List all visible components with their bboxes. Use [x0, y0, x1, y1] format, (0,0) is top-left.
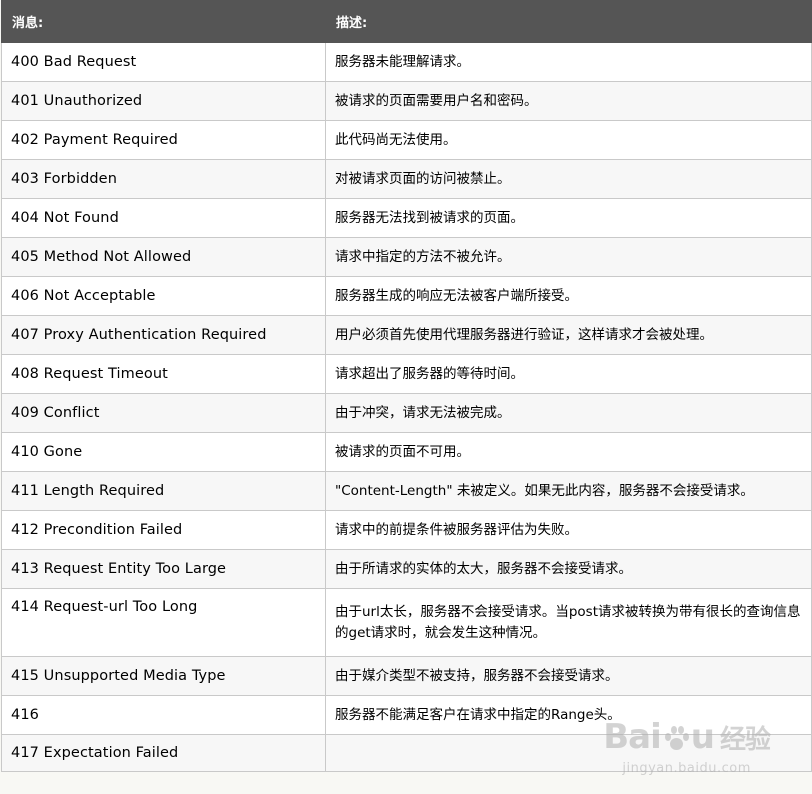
status-message: 406 Not Acceptable — [1, 276, 326, 316]
watermark-url: jingyan.baidu.com — [622, 761, 751, 776]
table-row: 407 Proxy Authentication Required 用户必须首先使… — [1, 315, 812, 355]
paw-icon — [663, 723, 689, 751]
table-row: 402 Payment Required 此代码尚无法使用。 — [1, 120, 812, 160]
table-row: 409 Conflict 由于冲突，请求无法被完成。 — [1, 393, 812, 433]
baidu-jingyan-watermark: Bai u 经验 jingyan.baidu.com — [603, 717, 771, 776]
status-description: 被请求的页面需要用户名和密码。 — [325, 81, 812, 121]
status-message: 401 Unauthorized — [1, 81, 326, 121]
status-message: 414 Request-url Too Long — [1, 588, 326, 657]
status-message: 402 Payment Required — [1, 120, 326, 160]
status-message: 404 Not Found — [1, 198, 326, 238]
page: 消息: 描述: 400 Bad Request 服务器未能理解请求。 401 Un… — [0, 0, 812, 794]
status-message: 413 Request Entity Too Large — [1, 549, 326, 589]
table-body: 400 Bad Request 服务器未能理解请求。 401 Unauthoriz… — [1, 42, 812, 772]
status-description: 服务器生成的响应无法被客户端所接受。 — [325, 276, 812, 316]
status-message: 417 Expectation Failed — [1, 734, 326, 772]
status-message: 409 Conflict — [1, 393, 326, 433]
status-message: 407 Proxy Authentication Required — [1, 315, 326, 355]
header-row: 消息: 描述: — [1, 0, 812, 43]
status-message: 411 Length Required — [1, 471, 326, 511]
table-row: 406 Not Acceptable 服务器生成的响应无法被客户端所接受。 — [1, 276, 812, 316]
status-description: 由于所请求的实体的太大，服务器不会接受请求。 — [325, 549, 812, 589]
table-row: 413 Request Entity Too Large 由于所请求的实体的太大，… — [1, 549, 812, 589]
watermark-brand-right: u — [690, 717, 715, 757]
table-row: 412 Precondition Failed 请求中的前提条件被服务器评估为失败… — [1, 510, 812, 550]
status-description: 用户必须首先使用代理服务器进行验证，这样请求才会被处理。 — [325, 315, 812, 355]
http-status-table: 消息: 描述: 400 Bad Request 服务器未能理解请求。 401 Un… — [1, 0, 812, 772]
table-row: 400 Bad Request 服务器未能理解请求。 — [1, 42, 812, 82]
header-message: 消息: — [1, 0, 326, 43]
watermark-brand-left: Bai — [603, 717, 662, 757]
status-message: 416 — [1, 695, 326, 735]
status-description: "Content-Length" 未被定义。如果无此内容，服务器不会接受请求。 — [325, 471, 812, 511]
status-description: 对被请求页面的访问被禁止。 — [325, 159, 812, 199]
status-description: 被请求的页面不可用。 — [325, 432, 812, 472]
status-description: 此代码尚无法使用。 — [325, 120, 812, 160]
status-message: 405 Method Not Allowed — [1, 237, 326, 277]
status-description: 由于冲突，请求无法被完成。 — [325, 393, 812, 433]
status-message: 410 Gone — [1, 432, 326, 472]
header-description: 描述: — [325, 0, 812, 43]
status-message: 400 Bad Request — [1, 42, 326, 82]
table-row: 405 Method Not Allowed 请求中指定的方法不被允许。 — [1, 237, 812, 277]
status-message: 403 Forbidden — [1, 159, 326, 199]
status-description: 请求中指定的方法不被允许。 — [325, 237, 812, 277]
table-row: 401 Unauthorized 被请求的页面需要用户名和密码。 — [1, 81, 812, 121]
watermark-logo: Bai u 经验 — [603, 717, 771, 757]
status-description: 服务器无法找到被请求的页面。 — [325, 198, 812, 238]
status-description: 请求中的前提条件被服务器评估为失败。 — [325, 510, 812, 550]
status-message: 412 Precondition Failed — [1, 510, 326, 550]
status-description: 由于媒介类型不被支持，服务器不会接受请求。 — [325, 656, 812, 696]
status-description: 请求超出了服务器的等待时间。 — [325, 354, 812, 394]
status-message: 408 Request Timeout — [1, 354, 326, 394]
table-row: 408 Request Timeout 请求超出了服务器的等待时间。 — [1, 354, 812, 394]
status-description: 服务器未能理解请求。 — [325, 42, 812, 82]
table-row: 403 Forbidden 对被请求页面的访问被禁止。 — [1, 159, 812, 199]
table-row: 414 Request-url Too Long 由于url太长，服务器不会接受请… — [1, 588, 812, 657]
watermark-brand-suffix: 经验 — [719, 724, 771, 755]
table-row: 415 Unsupported Media Type 由于媒介类型不被支持，服务器… — [1, 656, 812, 696]
table-header: 消息: 描述: — [1, 0, 812, 43]
status-description: 由于url太长，服务器不会接受请求。当post请求被转换为带有很长的查询信息的g… — [325, 588, 812, 657]
table-row: 410 Gone 被请求的页面不可用。 — [1, 432, 812, 472]
table-row: 404 Not Found 服务器无法找到被请求的页面。 — [1, 198, 812, 238]
status-message: 415 Unsupported Media Type — [1, 656, 326, 696]
table-row: 411 Length Required "Content-Length" 未被定义… — [1, 471, 812, 511]
